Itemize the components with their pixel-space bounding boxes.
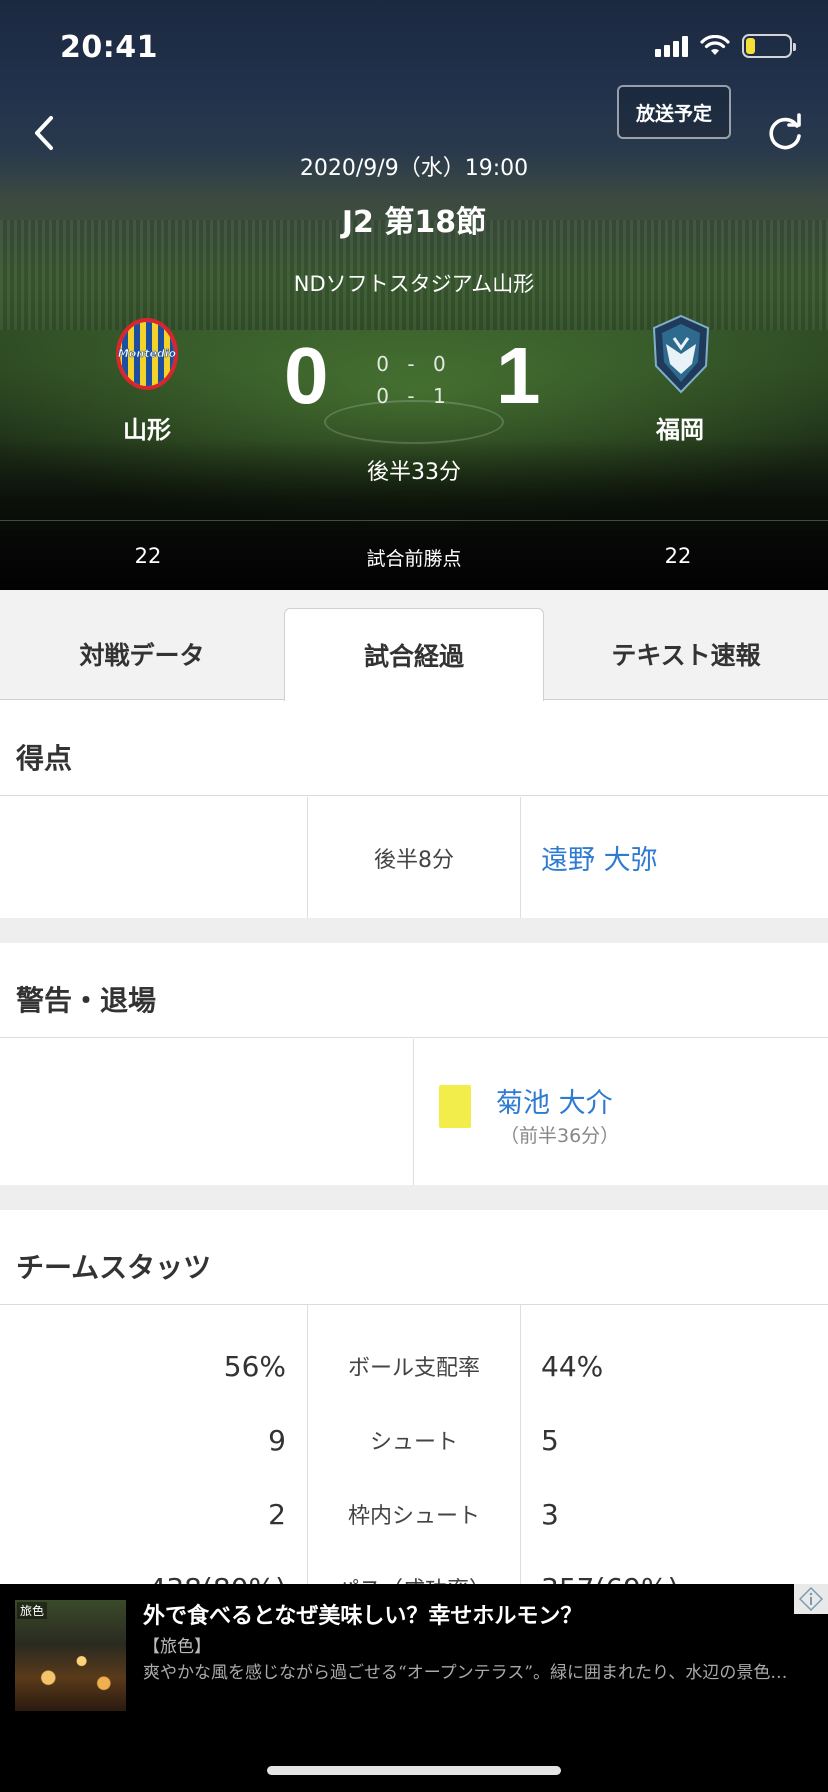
ad-title[interactable]: 外で食べるとなぜ美味しい？幸せホルモン？ xyxy=(143,1598,582,1630)
goals-section-title: 得点 xyxy=(16,742,73,775)
section-gap xyxy=(0,1185,828,1210)
ad-source: 【旅色】 xyxy=(143,1637,211,1657)
cards-section-header: 警告・退場 xyxy=(0,943,828,1038)
ad-description: 爽やかな風を感じながら過ごせる“オープンテラス”。緑に囲まれたり、水辺の景色… xyxy=(143,1663,788,1683)
match-status: 後半33分 xyxy=(367,460,461,485)
match-date: 2020/9/9（水）19:00 xyxy=(299,156,529,181)
stat-home-value: 56% xyxy=(223,1349,286,1383)
yellow-card-icon xyxy=(439,1085,471,1128)
card-row: 菊池 大介 （前半36分） xyxy=(0,1039,828,1185)
home-team-name: 山形 xyxy=(123,416,171,444)
tab-text-live[interactable]: テキスト速報 xyxy=(544,608,828,700)
stat-home-value: 2 xyxy=(268,1497,286,1531)
stat-home-value: 9 xyxy=(268,1423,286,1457)
tab-match-progress[interactable]: 試合経過 xyxy=(284,608,544,701)
status-time: 20:41 xyxy=(60,30,158,65)
match-header: 20:41 放送予定 2020/9/9（水）19:00 J2 第18節 NDソフ… xyxy=(0,0,828,590)
away-pre-points: 22 xyxy=(664,544,692,568)
stat-label: シュート xyxy=(369,1430,458,1455)
card-player-link[interactable]: 菊池 大介 xyxy=(496,1081,613,1120)
ad-banner[interactable]: 旅色 外で食べるとなぜ美味しい？幸せホルモン？ 【旅色】 爽やかな風を感じながら… xyxy=(0,1584,828,1792)
home-indicator xyxy=(267,1766,561,1775)
stat-away-value: 5 xyxy=(541,1423,559,1457)
ad-info-icon xyxy=(799,1587,823,1611)
goals-section-header: 得点 xyxy=(0,701,828,796)
status-icons xyxy=(655,34,796,58)
home-score: 0 xyxy=(284,331,329,420)
stat-label: ボール支配率 xyxy=(347,1356,480,1381)
stat-away-value: 3 xyxy=(541,1497,559,1531)
ad-thumbnail[interactable]: 旅色 xyxy=(15,1600,126,1711)
cellular-signal-icon xyxy=(655,35,688,57)
broadcast-schedule-button[interactable]: 放送予定 xyxy=(617,85,731,139)
goal-scorer-link[interactable]: 遠野 大弥 xyxy=(541,797,658,918)
second-half-score: 0 - 1 xyxy=(376,384,452,408)
stat-row: 9 シュート 5 xyxy=(0,1403,828,1477)
cards-section-title: 警告・退場 xyxy=(16,984,157,1017)
stat-row: 56% ボール支配率 44% xyxy=(0,1329,828,1403)
ad-info-button[interactable] xyxy=(794,1584,828,1614)
battery-icon xyxy=(742,34,796,58)
away-score: 1 xyxy=(496,331,541,420)
away-team-emblem[interactable] xyxy=(648,314,714,394)
first-half-score: 0 - 0 xyxy=(376,352,452,376)
chevron-left-icon xyxy=(35,116,53,150)
stats-section-header: チームスタッツ xyxy=(0,1210,828,1305)
ad-thumbnail-tag: 旅色 xyxy=(17,1602,48,1619)
divider xyxy=(520,797,521,918)
divider xyxy=(413,1039,414,1185)
stat-home-value: 438(80%) xyxy=(148,1551,286,1586)
match-venue: NDソフトスタジアム山形 xyxy=(293,272,535,296)
goal-row: 後半8分 遠野 大弥 xyxy=(0,797,828,918)
away-team-name: 福岡 xyxy=(656,416,704,444)
wifi-icon xyxy=(700,35,730,55)
section-gap xyxy=(0,918,828,943)
stat-away-value: 44% xyxy=(541,1349,604,1383)
home-team-emblem[interactable]: Montedio xyxy=(114,316,180,392)
stat-row: 438(80%) パス（成功率） 357(69%) xyxy=(0,1551,828,1586)
stat-label: パス（成功率） xyxy=(308,1551,520,1585)
team-stats-table: 56% ボール支配率 44% 9 シュート 5 2 枠内シュート 3 438(8… xyxy=(0,1305,828,1585)
stats-section-title: チームスタッツ xyxy=(16,1251,212,1284)
tab-matchup-data[interactable]: 対戦データ xyxy=(0,608,284,700)
stat-label: 枠内シュート xyxy=(347,1504,480,1529)
stat-away-value: 357(69%) xyxy=(541,1551,679,1586)
match-round: J2 第18節 xyxy=(341,205,487,240)
card-time: （前半36分） xyxy=(500,1125,620,1147)
divider xyxy=(0,520,828,521)
stat-row: 2 枠内シュート 3 xyxy=(0,1477,828,1551)
home-emblem-text: Montedio xyxy=(118,347,177,360)
goal-time: 後半8分 xyxy=(374,847,454,873)
